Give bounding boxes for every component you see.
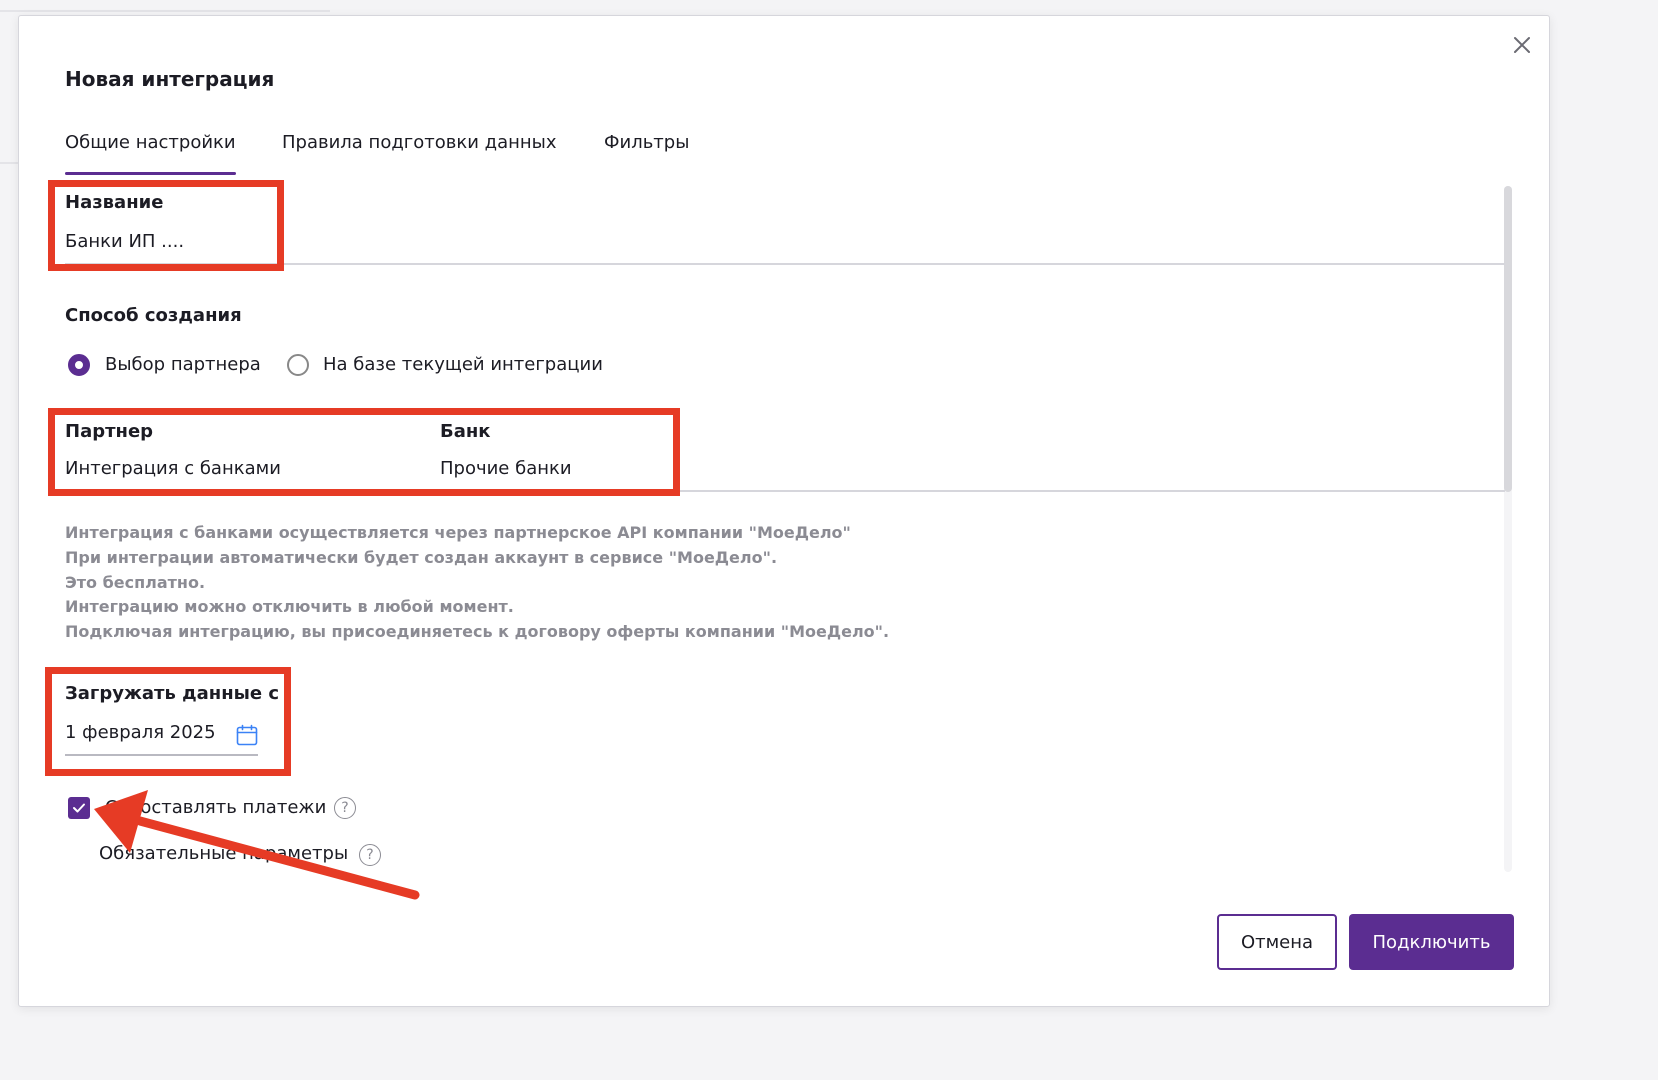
annotation-arrow <box>94 790 420 900</box>
